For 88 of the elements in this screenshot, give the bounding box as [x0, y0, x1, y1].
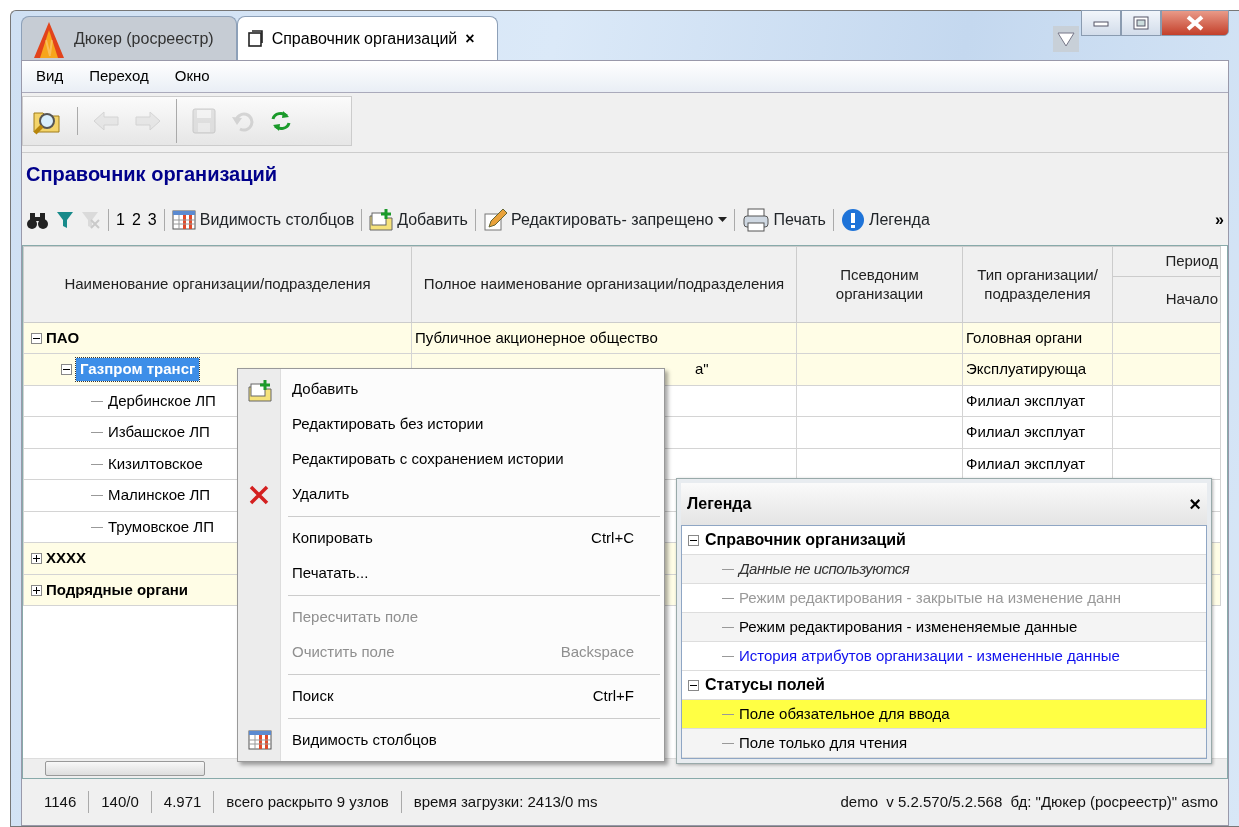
table-columns-icon: [171, 210, 196, 230]
table-columns-icon: [248, 729, 272, 750]
tree-node-label[interactable]: Кизилтовское: [108, 452, 203, 476]
info-button[interactable]: Легенда: [840, 208, 930, 232]
printer-icon: [741, 207, 770, 233]
shortcut-text: Ctrl+C: [591, 528, 634, 549]
table-cell: Публичное акционерное общество: [415, 329, 658, 346]
menu-item[interactable]: Редактировать без истории: [238, 407, 664, 442]
collapse-icon[interactable]: [61, 364, 72, 376]
close-button[interactable]: [1161, 10, 1229, 36]
page-number-link[interactable]: 1: [116, 208, 125, 232]
overflow-button[interactable]: »: [1215, 208, 1224, 232]
legend-item: История атрибутов организации - измененные данные: [739, 645, 1120, 666]
page-title: Справочник организаций: [22, 152, 1228, 195]
page-number-link[interactable]: 3: [147, 208, 157, 232]
minimize-button[interactable]: [1081, 10, 1121, 36]
table-cell: Филиал эксплуат: [966, 423, 1086, 441]
shortcut-text: Backspace: [560, 642, 634, 663]
add-folder-icon: [369, 208, 394, 232]
legend-group-label: Статусы полей: [705, 675, 825, 695]
close-button[interactable]: ×: [1189, 489, 1201, 519]
tree-node-label[interactable]: XXXX: [46, 547, 87, 570]
close-tab-button[interactable]: ×: [465, 26, 475, 51]
menu-item[interactable]: Поиск Ctrl+F: [238, 679, 664, 714]
column-header[interactable]: Псевдоним организации: [796, 246, 963, 323]
column-header[interactable]: Полное наименование организации/подразделения: [411, 246, 797, 323]
minimize-icon: [1093, 19, 1109, 27]
table-cell: Филиал эксплуат: [966, 391, 1086, 409]
window-tab[interactable]: Справочник организаций ×: [236, 16, 498, 60]
filter-icon[interactable]: [56, 210, 74, 230]
table-cell-text: а": [694, 360, 709, 378]
legend-item: Режим редактирования - закрытые на изменение данн: [739, 587, 1122, 608]
column-header[interactable]: Тип организации/ подразделения: [962, 246, 1113, 323]
shortcut-text: Ctrl+F: [592, 686, 634, 707]
maximize-icon: [1133, 16, 1149, 30]
print-button[interactable]: Печать: [741, 207, 826, 233]
panel-title: Легенда: [687, 494, 752, 514]
menu-item[interactable]: Удалить: [238, 477, 664, 512]
column-group-header: Период: [1112, 246, 1221, 277]
menu-item[interactable]: Копировать Ctrl+C: [238, 521, 664, 556]
refresh-icon[interactable]: [269, 109, 293, 133]
tree-node-label[interactable]: Избашское ЛП: [108, 421, 210, 444]
table-cell: Эксплуатирующа: [966, 360, 1087, 378]
add-button[interactable]: Добавить: [369, 208, 468, 232]
close-icon: [1184, 15, 1206, 31]
legend-item: Режим редактирования - измененяемые данные: [739, 616, 1078, 637]
expand-icon[interactable]: [31, 584, 42, 596]
info-icon: [840, 208, 865, 232]
column-header[interactable]: Начало: [1112, 276, 1221, 323]
menu-item[interactable]: Редактировать с сохранением истории: [238, 442, 664, 477]
edit-button[interactable]: Редактировать- запрещено: [482, 208, 727, 232]
menu-item[interactable]: Окно: [174, 65, 210, 88]
menu-item[interactable]: Добавить: [238, 372, 664, 407]
menu-item[interactable]: Переход: [89, 65, 149, 88]
legend-group-label: Справочник организаций: [705, 530, 906, 550]
status-text: demo v 5.2.570/5.2.568 бд: "Дюкер (росреестр)" asmo: [840, 791, 1218, 812]
collapse-icon[interactable]: [31, 332, 42, 344]
add-folder-icon: [248, 378, 272, 403]
legend-item: Поле обязательное для ввода: [739, 703, 950, 724]
collapse-icon[interactable]: [688, 534, 699, 546]
menu-item[interactable]: Печатать...: [238, 556, 664, 591]
maximize-button[interactable]: [1121, 10, 1161, 36]
collapse-icon[interactable]: [688, 679, 699, 691]
status-text: 1146: [32, 790, 90, 814]
tab-list-button[interactable]: [1053, 26, 1079, 52]
delete-icon: [248, 483, 270, 506]
status-text: 140/0: [89, 790, 152, 814]
tree-node-label[interactable]: ПАО: [46, 327, 80, 350]
columns-button[interactable]: Видимость столбцов: [171, 208, 355, 232]
expand-icon[interactable]: [31, 553, 42, 564]
menu-item[interactable]: Вид: [36, 65, 64, 88]
menu-item[interactable]: Видимость столбцов: [238, 723, 664, 758]
document-icon: [247, 29, 264, 48]
page-number-link[interactable]: 2: [131, 208, 141, 232]
tab-label: Справочник организаций: [271, 28, 458, 49]
status-text: время загрузки: 2413/0 ms: [412, 791, 599, 812]
binoculars-icon[interactable]: [26, 210, 49, 230]
column-header[interactable]: Наименование организации/подразделения: [23, 246, 412, 323]
legend-item: Данные не используются: [739, 558, 910, 579]
table-cell: Филиал эксплуат: [966, 454, 1086, 472]
tab-label: Дюкер (росреестр): [74, 28, 214, 49]
pencil-icon: [482, 208, 507, 232]
window-tab[interactable]: Дюкер (росреестр): [21, 16, 237, 60]
status-text: всего раскрыто 9 узлов: [214, 790, 402, 814]
legend-item: Поле только для чтения: [739, 732, 908, 753]
tree-node-label[interactable]: Малинское ЛП: [108, 484, 211, 507]
status-text: 4.971: [151, 790, 215, 814]
table-cell: Головная органи: [966, 329, 1083, 346]
